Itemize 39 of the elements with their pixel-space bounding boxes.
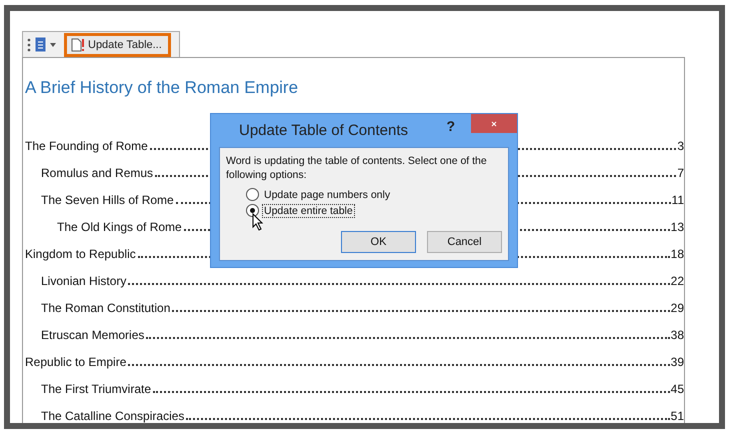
caret-icon[interactable]: [50, 42, 56, 46]
document-warning-icon: [71, 38, 85, 52]
mouse-pointer-icon: [252, 213, 264, 231]
toc-page-number: 11: [672, 193, 684, 207]
dialog-message: Word is updating the table of contents. Select one of the following options:: [226, 154, 488, 182]
radio-button[interactable]: [246, 188, 259, 201]
toc-page-number: 18: [670, 247, 684, 261]
toc-page-number: 7: [677, 166, 684, 180]
toc-page-number: 22: [670, 274, 684, 288]
toc-entry-title[interactable]: The First Triumvirate: [41, 382, 152, 396]
option-label[interactable]: Update page numbers only: [263, 188, 392, 200]
toc-page-number: 38: [670, 328, 684, 342]
grip-icon: [27, 38, 31, 52]
option-label[interactable]: Update entire table: [263, 204, 354, 216]
dialog-title: Update Table of Contents: [239, 122, 408, 139]
toc-entry-title[interactable]: The Seven Hills of Rome: [41, 193, 174, 207]
dialog-button[interactable]: OK: [341, 231, 416, 253]
toc-entry-title[interactable]: Romulus and Remus: [41, 166, 154, 180]
toc-page-number: 3: [677, 139, 684, 153]
dialog-button[interactable]: Cancel: [427, 231, 502, 253]
document-icon[interactable]: [35, 37, 46, 52]
toc-page-number: 13: [670, 220, 684, 234]
update-table-button[interactable]: Update Table...: [64, 32, 171, 56]
close-icon: [491, 120, 497, 126]
toc-page-number: 39: [670, 355, 684, 369]
toc-entry-title[interactable]: The Catalline Conspiracies: [41, 409, 184, 423]
help-button[interactable]: ?: [446, 118, 455, 134]
toc-entry-title[interactable]: The Old Kings of Rome: [57, 220, 182, 234]
toc-entry-title[interactable]: Livonian History: [41, 274, 126, 288]
toc-entry-title[interactable]: Kingdom to Republic: [25, 247, 136, 261]
toc-entry-title[interactable]: The Roman Constitution: [41, 301, 170, 315]
document-title: A Brief History of the Roman Empire: [25, 77, 300, 99]
toc-entry-title[interactable]: The Founding of Rome: [25, 139, 148, 153]
toc-page-number: 29: [670, 301, 684, 315]
toc-entry-title[interactable]: Etruscan Memories: [41, 328, 144, 342]
toc-entry-title[interactable]: Republic to Empire: [25, 355, 126, 369]
toc-page-number: 51: [670, 409, 684, 423]
radio-button[interactable]: [246, 204, 259, 217]
toc-page-number: 45: [670, 382, 684, 396]
